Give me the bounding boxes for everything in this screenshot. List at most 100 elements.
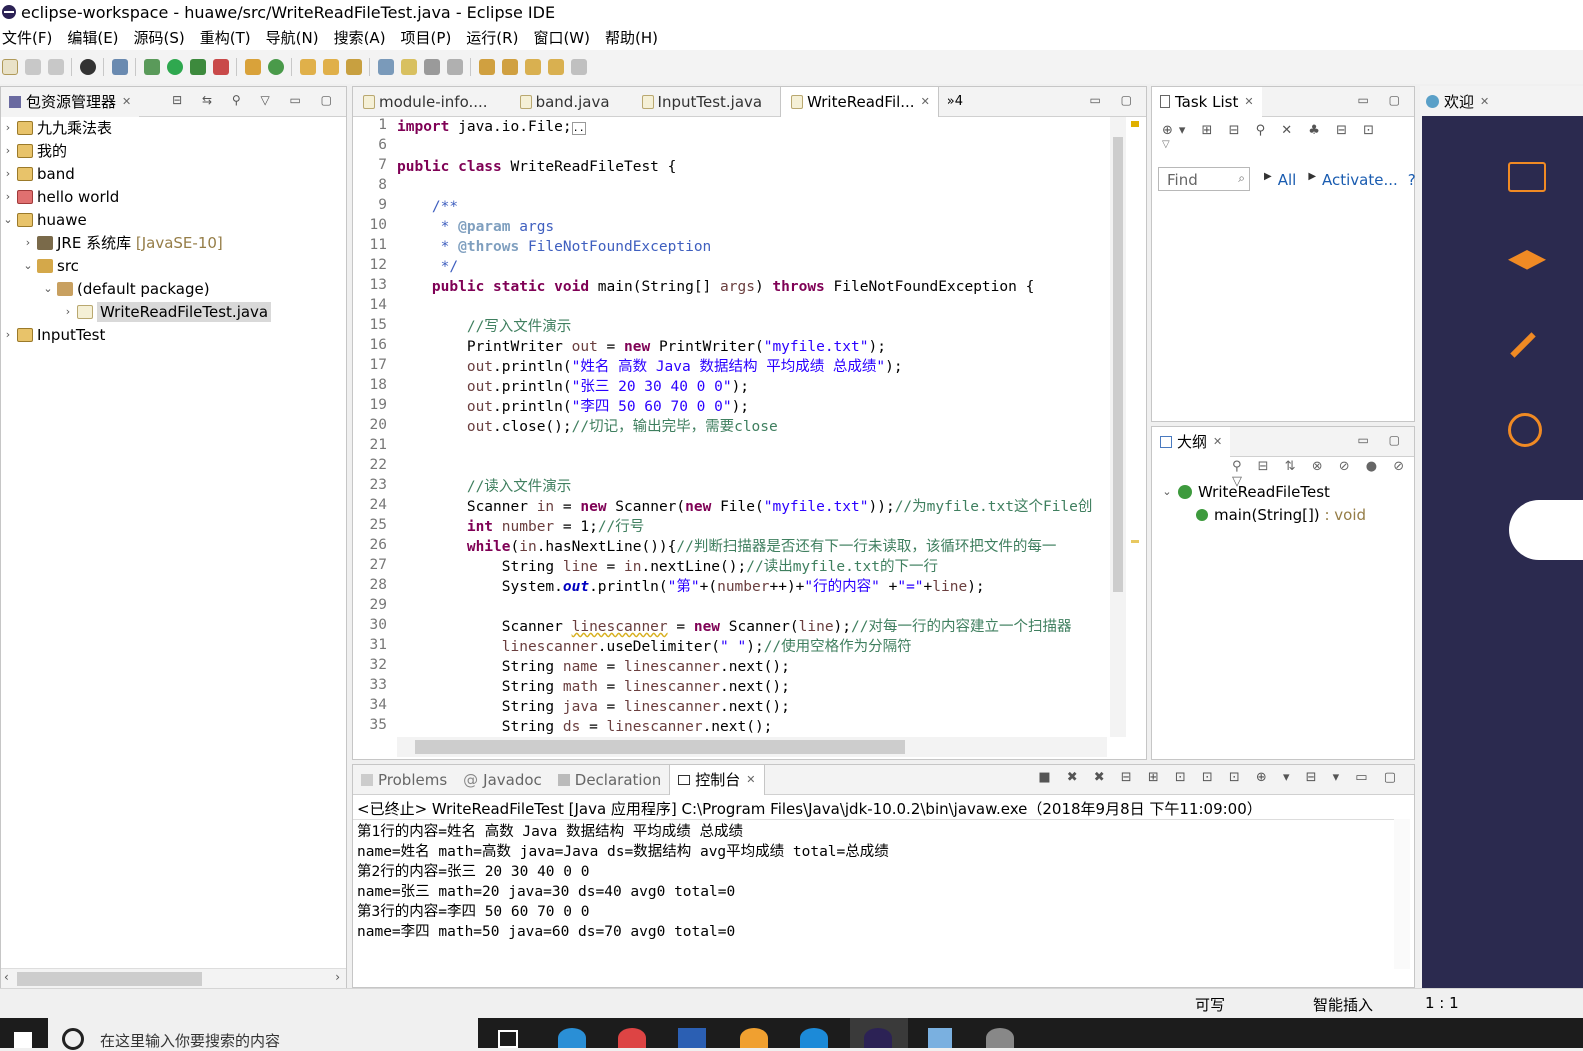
debug-icon[interactable] <box>144 59 160 75</box>
view-minmax-icon[interactable]: ▭ ▢ <box>1358 433 1409 447</box>
toggle-breadcrumb-icon[interactable] <box>401 59 417 75</box>
scroll-thumb[interactable] <box>1113 137 1123 592</box>
close-icon[interactable]: ✕ <box>1244 95 1253 108</box>
close-icon[interactable]: ✕ <box>1480 95 1489 108</box>
tree-item-wode[interactable]: › 我的 <box>1 139 67 162</box>
close-tab-icon[interactable]: ✕ <box>921 95 930 108</box>
windows-start-icon[interactable] <box>14 1032 32 1048</box>
find-input[interactable]: Find ⌕ <box>1158 167 1250 191</box>
tab-declaration[interactable]: Declaration <box>550 765 669 795</box>
explorer-h-scrollbar[interactable]: ‹ › <box>1 968 346 988</box>
menu-project[interactable]: 项目(P) <box>401 27 452 48</box>
tab-inputtest-java[interactable]: InputTest.java <box>632 87 771 117</box>
menu-search[interactable]: 搜索(A) <box>334 27 386 48</box>
avatar-app-icon[interactable] <box>986 1028 1014 1048</box>
eclipse-taskbar-button[interactable] <box>850 1018 908 1048</box>
help-icon[interactable]: ? <box>1408 171 1416 189</box>
tree-item-default-package[interactable]: ⌄ (default package) <box>41 277 209 300</box>
external-tools-icon[interactable] <box>213 59 229 75</box>
skip-breakpoints-icon[interactable] <box>112 59 128 75</box>
expand-icon[interactable]: › <box>1 144 15 157</box>
search-icon[interactable] <box>346 59 362 75</box>
coverage-icon[interactable] <box>190 59 206 75</box>
editor-v-scrollbar[interactable] <box>1110 117 1126 737</box>
tree-item-inputtest[interactable]: › InputTest <box>1 323 106 346</box>
toggle-block-icon[interactable] <box>424 59 440 75</box>
menu-help[interactable]: 帮助(H) <box>605 27 658 48</box>
tab-overflow-button[interactable]: »4 <box>947 94 963 109</box>
editor-h-scrollbar[interactable] <box>397 737 1107 757</box>
scroll-thumb[interactable] <box>17 972 202 986</box>
expand-icon[interactable]: › <box>1 190 15 203</box>
expand-icon[interactable]: › <box>61 305 75 318</box>
next-annotation-icon[interactable] <box>479 59 495 75</box>
tree-item-huawe[interactable]: ⌄ huawe <box>1 208 86 231</box>
new-class-icon[interactable] <box>268 59 284 75</box>
close-icon[interactable]: ✕ <box>1213 435 1222 448</box>
back-icon[interactable] <box>548 59 564 75</box>
console-toolbar[interactable]: ■ ✖ ✖ ⊟ ⊞ ⊡ ⊡ ⊡ ⊕ ▾ ⊟ ▾ ▭ ▢ <box>1038 770 1402 785</box>
menu-file[interactable]: 文件(F) <box>2 27 52 48</box>
tab-writereadfiletest-java[interactable]: WriteReadFil... ✕ <box>780 86 939 117</box>
open-task-icon[interactable] <box>323 59 339 75</box>
package-explorer-tab[interactable]: 包资源管理器 ✕ <box>1 86 140 117</box>
tab-problems[interactable]: Problems <box>353 765 455 795</box>
menu-edit[interactable]: 编辑(E) <box>67 27 118 48</box>
view-minmax-icon[interactable]: ▭ ▢ <box>1358 93 1409 107</box>
forward-icon[interactable] <box>571 59 587 75</box>
outline-method-item[interactable]: main(String[]) : void <box>1196 503 1366 526</box>
console-v-scrollbar[interactable] <box>1394 819 1410 969</box>
expand-icon[interactable]: › <box>1 328 15 341</box>
app-icon[interactable] <box>928 1028 952 1048</box>
new-icon[interactable] <box>2 59 18 75</box>
tree-item-src[interactable]: ⌄ src <box>21 254 79 277</box>
tasklist-toolbar[interactable]: ⊕▾ ⊞ ⊟ ⚲ ✕ ♣ ⊟ ⊡ <box>1162 123 1380 138</box>
code-area[interactable]: import java.io.File;.. public class Writ… <box>397 117 1108 735</box>
show-whitespace-icon[interactable] <box>447 59 463 75</box>
tab-console[interactable]: 控制台 ✕ <box>669 764 765 795</box>
tree-item-jiujiu[interactable]: › 九九乘法表 <box>1 116 112 139</box>
menu-navigate[interactable]: 导航(N) <box>266 27 319 48</box>
view-minmax-icon[interactable]: ⊟ ⇆ ⚲ ▽ ▭ ▢ <box>172 93 340 107</box>
tab-module-info[interactable]: module-info.... <box>353 87 496 117</box>
browser-icon[interactable] <box>740 1028 768 1048</box>
expand-icon[interactable]: › <box>21 236 35 249</box>
menu-refactor[interactable]: 重构(T) <box>200 27 251 48</box>
filter-all-link[interactable]: All <box>1278 171 1297 189</box>
welcome-tab[interactable]: 欢迎 ✕ <box>1420 86 1583 116</box>
outline-class-item[interactable]: ⌄ WriteReadFileTest <box>1160 480 1330 503</box>
menu-source[interactable]: 源码(S) <box>134 27 185 48</box>
activate-link[interactable]: Activate... <box>1322 171 1398 189</box>
tree-item-band[interactable]: › band <box>1 162 75 185</box>
close-icon[interactable]: ✕ <box>122 95 131 108</box>
open-type-icon[interactable] <box>300 59 316 75</box>
task-view-icon[interactable] <box>498 1030 518 1048</box>
edge-browser-icon[interactable] <box>558 1028 586 1048</box>
toggle-mark-occurrences-icon[interactable] <box>378 59 394 75</box>
new-java-project-icon[interactable] <box>245 59 261 75</box>
collapse-icon[interactable]: ⌄ <box>21 259 35 272</box>
expand-icon[interactable]: › <box>1 167 15 180</box>
menu-run[interactable]: 运行(R) <box>466 27 518 48</box>
qq-browser-icon[interactable] <box>800 1028 828 1048</box>
editor-minmax-icon[interactable]: ▭ ▢ <box>1090 93 1141 107</box>
save-all-icon[interactable] <box>48 59 64 75</box>
tree-item-jre[interactable]: › JRE 系统库 [JavaSE-10] <box>21 231 223 254</box>
menu-window[interactable]: 窗口(W) <box>533 27 590 48</box>
close-icon[interactable]: ✕ <box>746 773 755 786</box>
overview-icon[interactable] <box>1508 162 1546 192</box>
collapse-icon[interactable]: ⌄ <box>1 213 15 226</box>
word-icon[interactable] <box>678 1028 706 1048</box>
taskbar-search-box[interactable]: 在这里输入你要搜索的内容 <box>48 1018 478 1050</box>
expand-icon[interactable]: › <box>1 121 15 134</box>
last-edit-icon[interactable] <box>525 59 541 75</box>
prev-annotation-icon[interactable] <box>502 59 518 75</box>
whats-new-icon[interactable] <box>1508 413 1542 447</box>
app-icon[interactable] <box>618 1028 646 1048</box>
tab-javadoc[interactable]: @ Javadoc <box>455 765 550 795</box>
outline-tab[interactable]: 大纲 ✕ <box>1152 426 1231 457</box>
tree-item-writereadfiletest[interactable]: › WriteReadFileTest.java <box>61 300 272 323</box>
scroll-thumb[interactable] <box>415 740 905 754</box>
collapse-icon[interactable]: ⌄ <box>1160 485 1174 498</box>
run-icon[interactable] <box>167 59 183 75</box>
